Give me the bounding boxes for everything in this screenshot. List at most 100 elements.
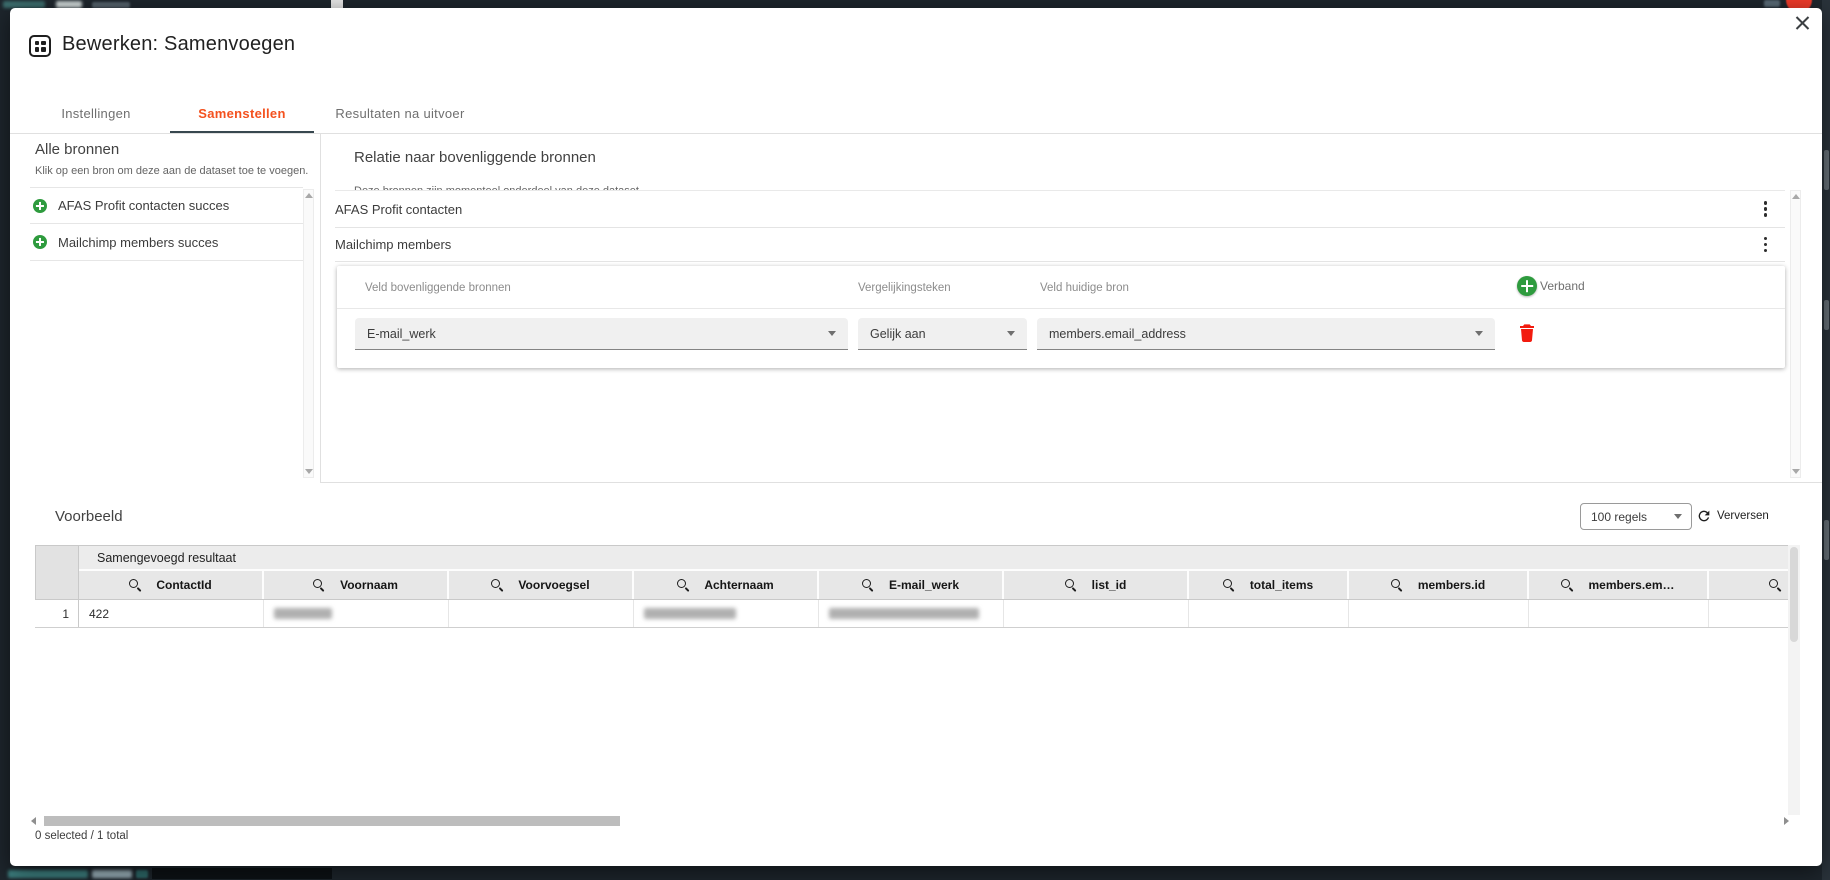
mapping-header-divider	[337, 308, 1785, 309]
cell-contactid: 422	[79, 600, 264, 627]
column-label: ContactId	[156, 578, 211, 592]
row-number-cell: 1	[35, 600, 79, 627]
operator-value: Gelijk aan	[870, 327, 926, 341]
scroll-left-icon[interactable]	[31, 817, 36, 825]
parent-field-select[interactable]: E-mail_werk	[355, 318, 848, 350]
refresh-icon	[1696, 508, 1712, 524]
cell-achternaam-redacted	[634, 600, 819, 627]
taskbar-blur-decoration	[8, 870, 88, 878]
cell-total-items	[1189, 600, 1349, 627]
cell-members-id	[1349, 600, 1529, 627]
tab-samenstellen[interactable]: Samenstellen	[170, 94, 314, 133]
tabbar-divider	[10, 133, 1822, 134]
search-icon[interactable]	[129, 579, 141, 591]
relation-mapping-card: Veld bovenliggende bronnen Vergelijkings…	[337, 266, 1785, 368]
cell-memb-clipped	[1709, 600, 1788, 627]
tab-label: Resultaten na uitvoer	[335, 106, 464, 121]
group-header-label: Samengevoegd resultaat	[97, 551, 236, 565]
search-icon[interactable]	[862, 579, 874, 591]
relation-source-row-mailchimp[interactable]: Mailchimp members	[335, 228, 1785, 262]
column-header-total-items[interactable]: total_items	[1189, 571, 1349, 599]
search-icon[interactable]	[677, 579, 689, 591]
column-header-members-em[interactable]: members.em…	[1529, 571, 1709, 599]
column-label: Voornaam	[340, 578, 398, 592]
column-header-members-id[interactable]: members.id	[1349, 571, 1529, 599]
source-list-scrollbar[interactable]	[303, 189, 314, 478]
add-relation-button[interactable]: Verband	[1517, 276, 1585, 296]
tab-instellingen[interactable]: Instellingen	[22, 94, 170, 133]
search-icon[interactable]	[491, 579, 503, 591]
scroll-down-icon[interactable]	[305, 469, 313, 474]
edit-merge-dialog: Bewerken: Samenvoegen Instellingen Samen…	[10, 8, 1822, 866]
column-header-contactid[interactable]: ContactId	[79, 571, 264, 599]
panel-divider	[320, 133, 321, 482]
relation-source-row-afas[interactable]: AFAS Profit contacten	[335, 190, 1785, 228]
source-item-mailchimp[interactable]: Mailchimp members succes	[30, 224, 303, 261]
chevron-down-icon	[1007, 331, 1015, 336]
current-field-select[interactable]: members.email_address	[1037, 318, 1495, 350]
column-header-list-id[interactable]: list_id	[1004, 571, 1189, 599]
trash-icon	[1519, 323, 1535, 343]
tab-resultaten[interactable]: Resultaten na uitvoer	[314, 94, 486, 133]
search-icon[interactable]	[1769, 579, 1781, 591]
scroll-right-icon[interactable]	[1784, 817, 1789, 825]
search-icon[interactable]	[313, 579, 325, 591]
operator-select[interactable]: Gelijk aan	[858, 318, 1027, 350]
chrome-blur-decoration	[331, 0, 343, 8]
search-icon[interactable]	[1561, 579, 1573, 591]
refresh-button[interactable]: Verversen	[1696, 508, 1769, 524]
column-label: Voorvoegsel	[518, 578, 589, 592]
kebab-menu-icon[interactable]	[1760, 197, 1772, 221]
scroll-up-icon[interactable]	[305, 193, 313, 198]
column-header-memb-clipped[interactable]: memb	[1709, 571, 1788, 599]
tab-bar: Instellingen Samenstellen Resultaten na …	[22, 94, 486, 133]
column-header-voornaam[interactable]: Voornaam	[264, 571, 449, 599]
close-icon[interactable]	[1790, 10, 1816, 36]
chrome-blur-decoration	[1764, 0, 1780, 7]
section-divider	[320, 482, 1822, 483]
dialog-title: Bewerken: Samenvoegen	[62, 33, 295, 56]
relations-panel-scrollbar[interactable]	[1790, 190, 1801, 478]
kebab-menu-icon[interactable]	[1760, 233, 1772, 257]
column-header-voorvoegsel[interactable]: Voorvoegsel	[449, 571, 634, 599]
column-label: Achternaam	[704, 578, 773, 592]
column-label: list_id	[1092, 578, 1127, 592]
source-item-afas[interactable]: AFAS Profit contacten succes	[30, 187, 303, 224]
selection-status: 0 selected / 1 total	[35, 830, 128, 842]
refresh-label: Verversen	[1717, 510, 1769, 522]
scroll-down-icon[interactable]	[1792, 469, 1800, 474]
tab-label: Samenstellen	[198, 106, 285, 121]
column-label: members.em…	[1588, 578, 1674, 592]
cell-email-werk-redacted	[819, 600, 1004, 627]
row-number-header-cell	[35, 545, 79, 600]
relation-source-name: AFAS Profit contacten	[335, 202, 462, 217]
table-horizontal-scrollbar-thumb[interactable]	[44, 816, 620, 826]
search-icon[interactable]	[1223, 579, 1235, 591]
page-size-value: 100 regels	[1591, 510, 1647, 524]
scroll-up-icon[interactable]	[1792, 194, 1800, 199]
page-size-select[interactable]: 100 regels	[1580, 503, 1692, 530]
column-header-achternaam[interactable]: Achternaam	[634, 571, 819, 599]
cell-list-id	[1004, 600, 1189, 627]
search-icon[interactable]	[1391, 579, 1403, 591]
chevron-down-icon	[828, 331, 836, 336]
desktop-background: Bewerken: Samenvoegen Instellingen Samen…	[0, 0, 1830, 880]
table-row[interactable]: 1 422	[35, 600, 1788, 628]
operator-column-label: Vergelijkingsteken	[858, 282, 951, 294]
column-label: E-mail_werk	[889, 578, 959, 592]
sources-panel-description: Klik op een bron om deze aan de dataset …	[35, 165, 308, 177]
page-scrollbar-behind	[1822, 0, 1830, 880]
add-relation-label: Verband	[1540, 279, 1585, 293]
scrollbar-thumb[interactable]	[1790, 547, 1798, 642]
taskbar-blur-decoration	[92, 870, 132, 878]
cell-voornaam-redacted	[264, 600, 449, 627]
parent-field-column-label: Veld bovenliggende bronnen	[365, 282, 511, 294]
chevron-down-icon	[1674, 514, 1682, 519]
taskbar-blur-decoration	[136, 870, 148, 878]
current-field-value: members.email_address	[1049, 327, 1186, 341]
table-vertical-scrollbar[interactable]	[1788, 545, 1800, 815]
search-icon[interactable]	[1065, 579, 1077, 591]
column-header-email-werk[interactable]: E-mail_werk	[819, 571, 1004, 599]
delete-relation-button[interactable]	[1519, 323, 1535, 348]
source-item-label: AFAS Profit contacten succes	[58, 198, 229, 213]
